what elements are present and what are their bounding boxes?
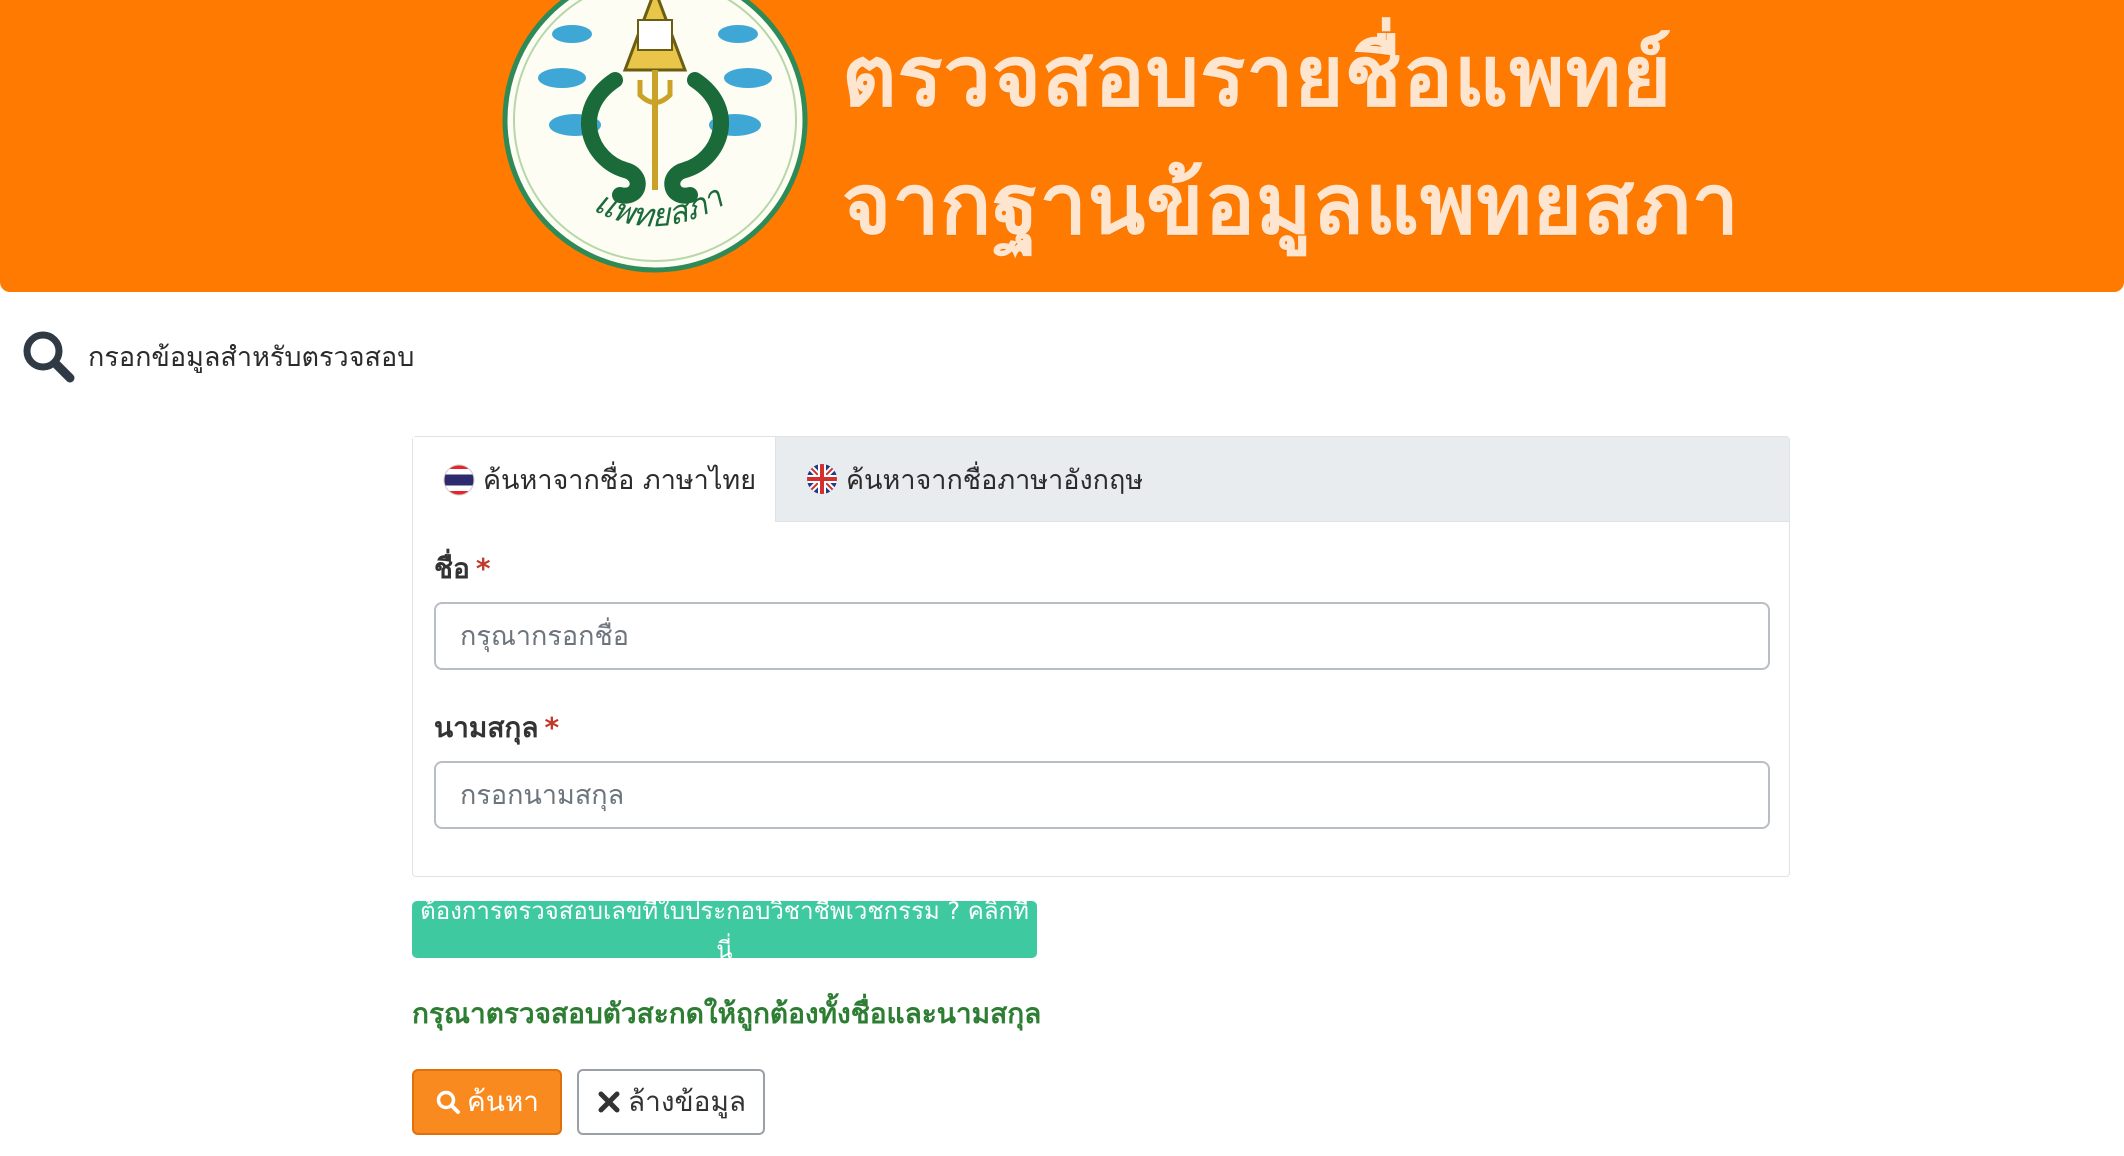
license-number-search-button[interactable]: ต้องการตรวจสอบเลขที่ใบประกอบวิชาชีพเวชกร… (412, 897, 1037, 964)
required-marker: * (544, 711, 560, 744)
clear-button[interactable]: ล้างข้อมูล (577, 1069, 765, 1135)
last-name-label: นามสกุล * (434, 711, 560, 744)
first-name-input[interactable] (434, 602, 1770, 670)
spelling-notice: กรุณาตรวจสอบตัวสะกดให้ถูกต้องทั้งชื่อและ… (412, 997, 1042, 1030)
header-banner: แพทยสภา ตรวจสอบรายชื่อแพทย์ จากฐานข้อมูล… (0, 0, 2124, 292)
search-icon (436, 1090, 460, 1114)
search-icon (23, 331, 75, 383)
medical-council-seal-logo: แพทยสภา (502, 0, 808, 273)
required-marker: * (475, 552, 491, 585)
last-name-input[interactable] (434, 761, 1770, 829)
tab-search-thai-name[interactable]: ค้นหาจากชื่อ ภาษาไทย (413, 437, 776, 522)
uk-flag-icon (807, 464, 837, 494)
page-title: ตรวจสอบรายชื่อแพทย์ จากฐานข้อมูลแพทยสภา (842, 12, 1740, 268)
tab-search-english-name[interactable]: ค้นหาจากชื่อภาษาอังกฤษ (806, 437, 1143, 521)
section-heading-text: กรอกข้อมูลสำหรับตรวจสอบ (88, 341, 415, 373)
clear-button-label: ล้างข้อมูล (627, 1085, 747, 1118)
section-heading: กรอกข้อมูลสำหรับตรวจสอบ (20, 328, 414, 384)
close-icon (598, 1091, 620, 1113)
thai-flag-icon (443, 464, 475, 495)
page-title-line-1: ตรวจสอบรายชื่อแพทย์ (842, 27, 1673, 125)
tab-label: ค้นหาจากชื่อ ภาษาไทย (483, 465, 757, 496)
tab-bar: ค้นหาจากชื่อ ภาษาไทย ค้นหาจากชื่อภาษาอัง… (413, 437, 1789, 522)
first-name-label: ชื่อ * (434, 552, 491, 585)
search-button-label: ค้นหา (466, 1085, 540, 1118)
search-button[interactable]: ค้นหา (412, 1069, 562, 1135)
tab-label: ค้นหาจากชื่อภาษาอังกฤษ (846, 464, 1144, 496)
page-title-line-2: จากฐานข้อมูลแพทยสภา (842, 155, 1740, 253)
search-card: ค้นหาจากชื่อ ภาษาไทย ค้นหาจากชื่อภาษาอัง… (412, 436, 1790, 877)
